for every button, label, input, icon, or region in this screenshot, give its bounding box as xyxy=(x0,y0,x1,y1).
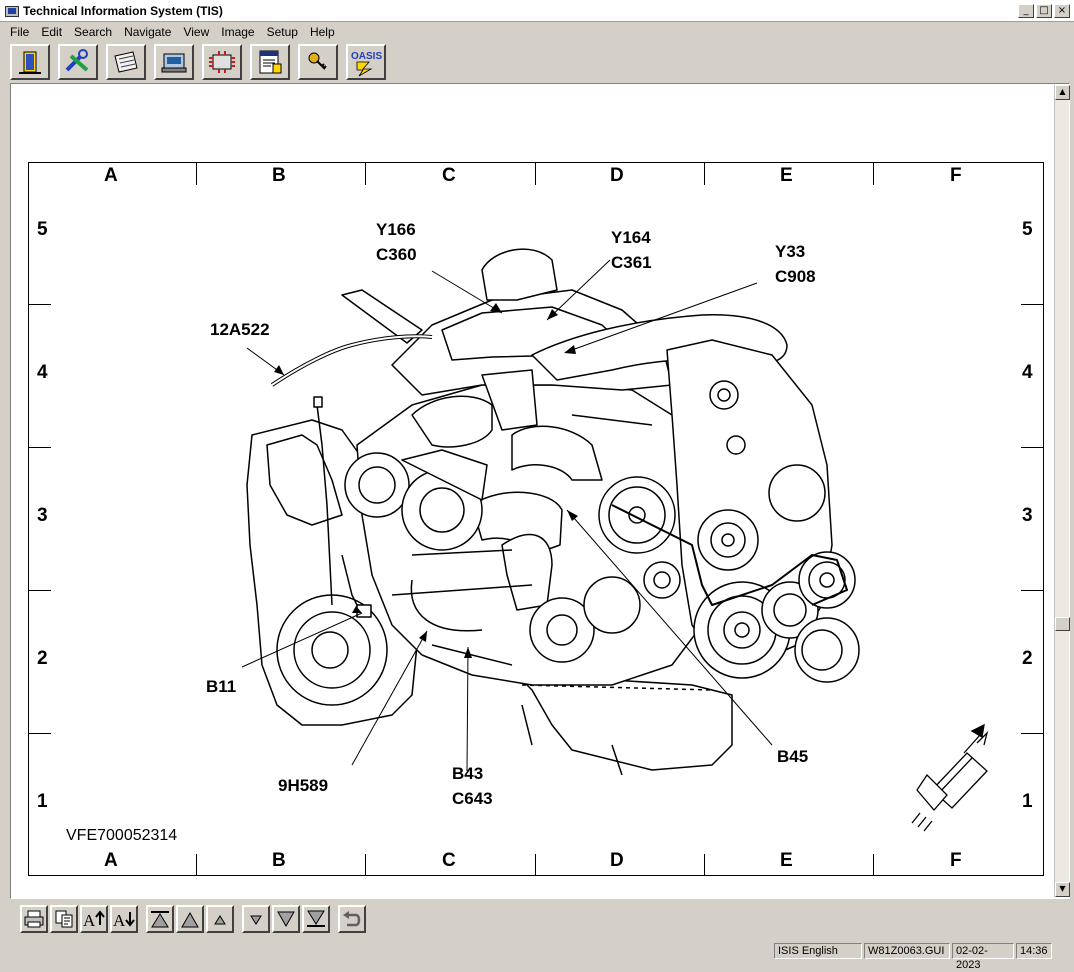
copy-icon xyxy=(55,910,73,928)
menu-help[interactable]: Help xyxy=(304,25,341,39)
vehicle-icon xyxy=(161,53,187,73)
scroll-thumb[interactable] xyxy=(1055,617,1070,631)
scroll-down-button[interactable]: ▼ xyxy=(1055,882,1070,897)
image-viewer: A B C D E F A B C D E F 5 4 3 2 1 5 4 3 … xyxy=(10,83,1070,899)
callout-b43-line2: C643 xyxy=(452,789,493,808)
scroll-up-button[interactable]: ▲ xyxy=(1055,85,1070,100)
oasis-icon: OASIS xyxy=(351,51,382,77)
tools-button[interactable] xyxy=(58,44,98,80)
callout-b11: B11 xyxy=(206,674,236,699)
navigation-toolbar: A A xyxy=(0,900,1074,938)
status-date: 02-02-2023 xyxy=(952,943,1014,971)
status-bar: ISIS English W81Z0063.GUI 02-02-2023 14:… xyxy=(0,940,1074,971)
first-page-button[interactable] xyxy=(146,905,174,933)
font-increase-button[interactable]: A xyxy=(80,905,108,933)
menu-navigate[interactable]: Navigate xyxy=(118,25,177,39)
app-icon[interactable] xyxy=(4,3,20,19)
font-increase-icon: A xyxy=(83,910,105,929)
maximize-button[interactable]: □ xyxy=(1036,4,1052,18)
status-language: ISIS English xyxy=(774,943,862,959)
minimize-button[interactable]: _ xyxy=(1018,4,1034,18)
report-icon xyxy=(259,50,282,74)
menu-file[interactable]: File xyxy=(4,25,35,39)
menu-bar: File Edit Search Navigate View Image Set… xyxy=(0,22,1074,41)
tools-icon xyxy=(65,49,89,72)
engine-illustration xyxy=(241,248,989,832)
font-decrease-button[interactable]: A xyxy=(110,905,138,933)
last-page-icon xyxy=(307,910,325,927)
callout-y33-line2: C908 xyxy=(775,267,816,286)
callout-y166-line1: Y166 xyxy=(376,220,416,239)
callout-9h589: 9H589 xyxy=(278,773,328,798)
key-icon xyxy=(308,52,327,70)
callout-y33-line1: Y33 xyxy=(775,242,806,261)
callout-y164-line1: Y164 xyxy=(611,228,651,247)
callout-y164: Y164 C361 xyxy=(611,225,652,275)
exit-button[interactable] xyxy=(10,44,50,80)
page-down-icon xyxy=(277,911,295,928)
window-title: Technical Information System (TIS) xyxy=(23,3,223,18)
exit-door-icon xyxy=(19,51,41,74)
print-icon xyxy=(24,910,44,928)
menu-setup[interactable]: Setup xyxy=(261,25,304,39)
font-decrease-icon: A xyxy=(113,911,135,929)
vehicle-button[interactable] xyxy=(154,44,194,80)
page-up-button[interactable] xyxy=(176,905,204,933)
callout-y166-line2: C360 xyxy=(376,245,417,264)
page-up-icon xyxy=(181,911,199,928)
menu-view[interactable]: View xyxy=(177,25,215,39)
oasis-button[interactable]: OASIS xyxy=(346,44,386,80)
callout-b43-line1: B43 xyxy=(452,764,484,783)
menu-edit[interactable]: Edit xyxy=(35,25,68,39)
callout-b45: B45 xyxy=(777,744,808,769)
callout-12a522-line1: 12A522 xyxy=(210,320,270,339)
svg-text:A: A xyxy=(113,911,126,929)
line-down-button[interactable] xyxy=(242,905,270,933)
copy-button[interactable] xyxy=(50,905,78,933)
callout-b11-line1: B11 xyxy=(206,677,237,696)
vertical-scrollbar[interactable]: ▲ ▼ xyxy=(1054,85,1070,897)
callout-y164-line2: C361 xyxy=(611,253,652,272)
print-button[interactable] xyxy=(20,905,48,933)
callout-b45-line1: B45 xyxy=(777,747,809,766)
status-time: 14:36 xyxy=(1016,943,1052,959)
diagram-canvas[interactable]: A B C D E F A B C D E F 5 4 3 2 1 5 4 3 … xyxy=(12,85,1053,897)
svg-text:A: A xyxy=(83,911,96,929)
document-id: VFE700052314 xyxy=(66,827,178,844)
first-page-icon xyxy=(151,911,169,928)
back-icon xyxy=(343,911,361,927)
callout-12a522: 12A522 xyxy=(210,317,270,342)
status-file: W81Z0063.GUI xyxy=(864,943,950,959)
close-button[interactable]: × xyxy=(1054,4,1070,18)
menu-image[interactable]: Image xyxy=(215,25,260,39)
main-toolbar: OASIS xyxy=(0,42,1074,82)
diagnostic-button[interactable] xyxy=(202,44,242,80)
document-button[interactable] xyxy=(106,44,146,80)
key-button[interactable] xyxy=(298,44,338,80)
diagnostic-icon xyxy=(209,51,235,73)
line-up-button[interactable] xyxy=(206,905,234,933)
callout-b43: B43 C643 xyxy=(452,761,493,811)
line-up-icon xyxy=(214,915,226,925)
callout-9h589-line1: 9H589 xyxy=(278,776,329,795)
page-down-button[interactable] xyxy=(272,905,300,933)
last-page-button[interactable] xyxy=(302,905,330,933)
callout-y33: Y33 C908 xyxy=(775,239,816,289)
document-icon xyxy=(114,51,138,73)
svg-text:OASIS: OASIS xyxy=(351,51,382,62)
menu-search[interactable]: Search xyxy=(68,25,118,39)
back-button[interactable] xyxy=(338,905,366,933)
report-button[interactable] xyxy=(250,44,290,80)
line-down-icon xyxy=(250,915,262,925)
title-bar: Technical Information System (TIS) _ □ × xyxy=(0,0,1074,22)
callout-y166: Y166 C360 xyxy=(376,217,417,267)
